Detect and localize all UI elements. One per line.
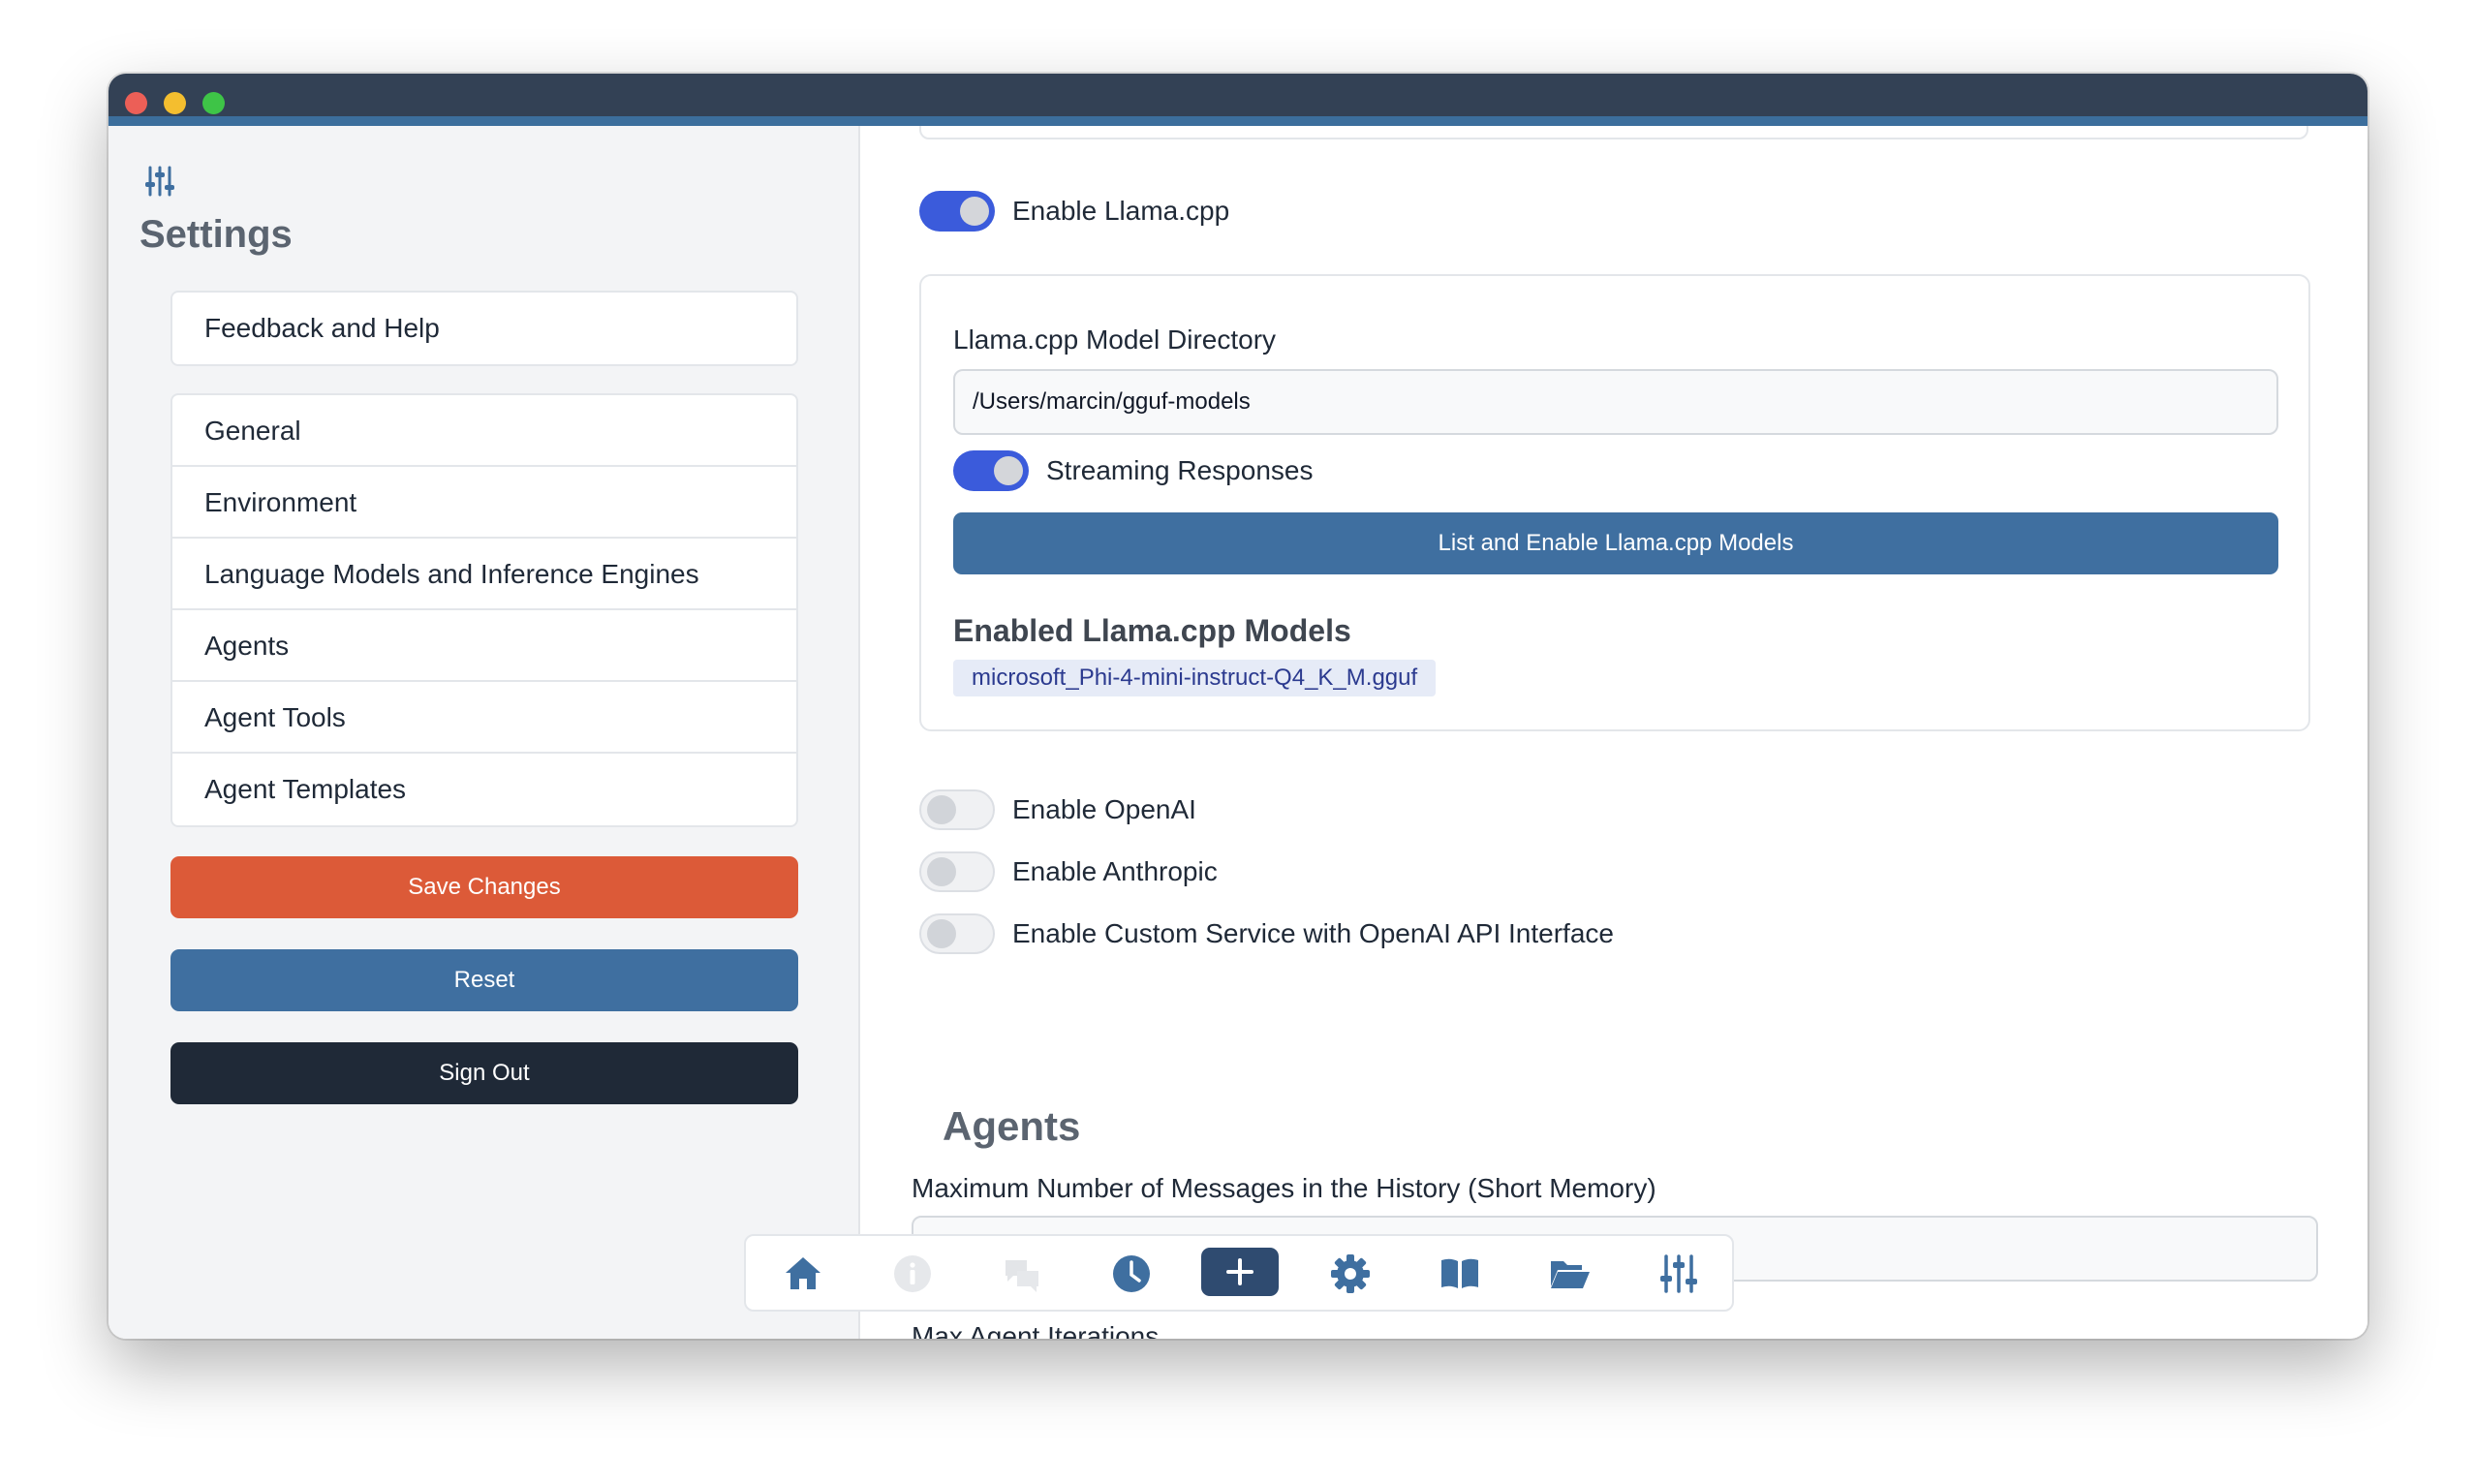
enable-custom-service-label: Enable Custom Service with OpenAI API In…: [1012, 918, 1614, 948]
sliders-icon: [145, 166, 174, 197]
enable-custom-service-toggle[interactable]: [919, 913, 995, 954]
zoom-window-button[interactable]: [202, 92, 225, 114]
sign-out-button[interactable]: Sign Out: [170, 1042, 798, 1104]
title-bar: [108, 74, 2368, 126]
reset-button[interactable]: Reset: [170, 949, 798, 1011]
streaming-responses-toggle[interactable]: [953, 450, 1029, 491]
sliders-icon[interactable]: [1656, 1252, 1701, 1296]
enable-llamacpp-label: Enable Llama.cpp: [1012, 196, 1230, 226]
settings-sidebar: Settings Feedback and Help General Envir…: [108, 126, 860, 1339]
previous-card-edge: [919, 126, 2308, 139]
save-changes-button[interactable]: Save Changes: [170, 856, 798, 918]
home-icon[interactable]: [781, 1252, 825, 1296]
agents-section-heading: Agents: [943, 1103, 1081, 1149]
app-window: Settings Feedback and Help General Envir…: [108, 74, 2368, 1339]
enable-openai-label: Enable OpenAI: [1012, 794, 1196, 824]
streaming-responses-label: Streaming Responses: [1046, 455, 1314, 485]
enable-llamacpp-toggle[interactable]: [919, 191, 995, 232]
folder-icon[interactable]: [1547, 1252, 1592, 1296]
nav-item-general[interactable]: General: [172, 395, 796, 467]
chat-icon[interactable]: [1000, 1252, 1044, 1296]
nav-item-environment[interactable]: Environment: [172, 467, 796, 539]
enable-anthropic-toggle[interactable]: [919, 851, 995, 892]
list-llamacpp-models-button[interactable]: List and Enable Llama.cpp Models: [953, 512, 2278, 574]
bottom-nav-bar: [744, 1234, 1734, 1312]
enabled-models-heading: Enabled Llama.cpp Models: [953, 613, 1351, 648]
llamacpp-settings-card: Llama.cpp Model Directory /Users/marcin/…: [919, 274, 2310, 731]
max-messages-label: Maximum Number of Messages in the Histor…: [912, 1173, 1656, 1203]
history-icon[interactable]: [1109, 1252, 1154, 1296]
nav-item-agents[interactable]: Agents: [172, 610, 796, 682]
gear-icon[interactable]: [1328, 1252, 1373, 1296]
model-directory-input[interactable]: /Users/marcin/gguf-models: [953, 369, 2278, 435]
nav-item-language-models[interactable]: Language Models and Inference Engines: [172, 539, 796, 610]
model-directory-label: Llama.cpp Model Directory: [953, 325, 1277, 355]
enable-anthropic-label: Enable Anthropic: [1012, 856, 1218, 886]
model-chip[interactable]: microsoft_Phi-4-mini-instruct-Q4_K_M.ggu…: [953, 660, 1437, 696]
enable-openai-toggle[interactable]: [919, 789, 995, 830]
settings-section-nav: General Environment Language Models and …: [170, 393, 798, 827]
minimize-window-button[interactable]: [164, 92, 186, 114]
nav-item-agent-templates[interactable]: Agent Templates: [172, 754, 796, 825]
feedback-card: Feedback and Help: [170, 291, 798, 366]
close-window-button[interactable]: [125, 92, 147, 114]
settings-main-panel[interactable]: Enable Llama.cpp Llama.cpp Model Directo…: [860, 126, 2368, 1339]
info-icon[interactable]: [890, 1252, 935, 1296]
nav-item-agent-tools[interactable]: Agent Tools: [172, 682, 796, 754]
max-iterations-label: Max Agent Iterations: [912, 1321, 1160, 1339]
book-icon[interactable]: [1438, 1252, 1482, 1296]
page-title: Settings: [139, 213, 293, 256]
plus-icon[interactable]: [1201, 1248, 1279, 1296]
feedback-and-help-link[interactable]: Feedback and Help: [172, 293, 796, 364]
